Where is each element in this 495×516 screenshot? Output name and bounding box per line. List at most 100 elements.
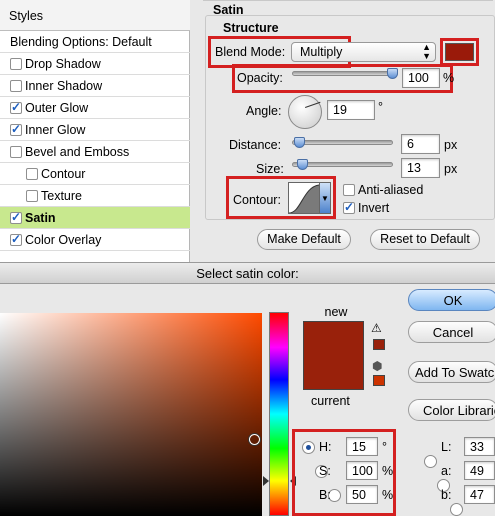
style-item-blending-options-default[interactable]: Blending Options: Default — [0, 31, 190, 53]
style-item-inner-shadow[interactable]: Inner Shadow — [0, 75, 190, 97]
current-color-swatch[interactable] — [303, 356, 364, 390]
add-to-swatches-button[interactable]: Add To Swatches — [408, 361, 495, 383]
structure-group-title: Structure — [220, 21, 282, 35]
style-item-checkbox[interactable] — [10, 80, 22, 92]
gamut-warning-swatch[interactable] — [373, 339, 385, 350]
style-item-label: Drop Shadow — [25, 57, 101, 71]
style-item-label: Contour — [41, 167, 86, 181]
style-item-label: Inner Shadow — [25, 79, 103, 93]
angle-unit: ° — [378, 100, 383, 114]
angle-dial[interactable] — [288, 95, 322, 129]
hsb-field[interactable]: 15 — [346, 437, 378, 456]
current-color-label: current — [311, 394, 350, 408]
distance-slider[interactable] — [292, 140, 393, 145]
hue-slider-left-arrow-icon[interactable] — [263, 476, 269, 486]
hsb-field[interactable]: 100 — [346, 461, 378, 480]
style-item-satin[interactable]: Satin — [0, 207, 190, 229]
style-item-label: Bevel and Emboss — [25, 145, 130, 159]
select-arrows-icon: ▲ ▼ — [422, 42, 431, 61]
lab-field[interactable]: 47 — [464, 485, 495, 504]
hsb-unit: ° — [382, 440, 387, 454]
opacity-unit: % — [443, 71, 455, 85]
style-item-checkbox[interactable] — [10, 232, 22, 246]
style-item-checkbox[interactable] — [10, 58, 22, 70]
style-item-texture[interactable]: Texture — [0, 185, 190, 207]
angle-field[interactable]: 19 — [327, 100, 375, 120]
size-field[interactable]: 13 — [401, 158, 440, 178]
cancel-button[interactable]: Cancel — [408, 321, 495, 343]
distance-slider-thumb[interactable] — [293, 137, 305, 148]
new-color-label: new — [324, 305, 348, 319]
opacity-field[interactable]: 100 — [402, 68, 440, 88]
reset-to-default-button[interactable]: Reset to Default — [370, 229, 480, 250]
contour-dropdown-icon[interactable]: ▼ — [319, 183, 330, 213]
color-libraries-button[interactable]: Color Libraries — [408, 399, 495, 421]
lab-field[interactable]: 49 — [464, 461, 495, 480]
blend-mode-select[interactable]: Multiply ▲ ▼ — [291, 42, 436, 62]
anti-aliased-checkbox[interactable] — [343, 184, 355, 196]
size-slider-thumb[interactable] — [296, 159, 308, 170]
opacity-slider-thumb[interactable] — [387, 68, 398, 79]
invert-checkbox[interactable] — [343, 200, 355, 214]
opacity-slider[interactable] — [292, 71, 398, 76]
make-default-button[interactable]: Make Default — [257, 229, 351, 250]
gamut-warning-icon[interactable]: ⚠ — [371, 321, 382, 335]
hsb-unit: % — [382, 464, 394, 478]
lab-radio[interactable] — [424, 455, 437, 468]
ok-button[interactable]: OK — [408, 289, 495, 311]
hsb-radio[interactable] — [302, 441, 315, 454]
distance-unit: px — [444, 138, 458, 152]
hsb-label: H: — [319, 440, 332, 454]
hsb-label: B: — [319, 488, 331, 502]
color-picker-title: Select satin color: — [0, 262, 495, 284]
web-safe-cube-icon[interactable]: ⬢ — [372, 359, 382, 373]
contour-picker[interactable]: ▼ — [288, 182, 331, 214]
style-item-label: Outer Glow — [25, 101, 89, 115]
style-item-inner-glow[interactable]: Inner Glow — [0, 119, 190, 141]
style-item-checkbox[interactable] — [26, 190, 38, 202]
color-field-marker[interactable] — [249, 434, 260, 445]
style-item-checkbox[interactable] — [10, 122, 22, 136]
contour-curve-icon — [289, 184, 319, 213]
style-item-label: Inner Glow — [25, 123, 86, 137]
hsb-label: S: — [319, 464, 331, 478]
anti-aliased-option[interactable]: Anti-aliased — [343, 183, 423, 197]
blend-mode-value: Multiply — [300, 45, 343, 59]
section-divider — [203, 0, 493, 1]
blend-color-swatch[interactable] — [445, 43, 474, 61]
hsb-field[interactable]: 50 — [346, 485, 378, 504]
style-item-checkbox[interactable] — [10, 146, 22, 158]
style-item-checkbox[interactable] — [26, 168, 38, 180]
blend-mode-label: Blend Mode: — [215, 45, 286, 59]
size-label: Size: — [256, 162, 284, 176]
style-item-label: Blending Options: Default — [10, 35, 152, 49]
size-unit: px — [444, 162, 458, 176]
style-item-color-overlay[interactable]: Color Overlay — [0, 229, 190, 251]
style-item-label: Satin — [25, 211, 56, 225]
angle-label: Angle: — [246, 104, 282, 118]
web-safe-swatch[interactable] — [373, 375, 385, 386]
style-item-bevel-and-emboss[interactable]: Bevel and Emboss — [0, 141, 190, 163]
lab-label: L: — [441, 440, 452, 454]
anti-aliased-label: Anti-aliased — [358, 183, 424, 197]
distance-label: Distance: — [229, 138, 282, 152]
style-item-drop-shadow[interactable]: Drop Shadow — [0, 53, 190, 75]
style-item-outer-glow[interactable]: Outer Glow — [0, 97, 190, 119]
styles-header[interactable]: Styles — [0, 0, 190, 31]
lab-radio[interactable] — [450, 503, 463, 516]
invert-label: Invert — [358, 201, 390, 215]
opacity-label: Opacity: — [237, 71, 283, 85]
lab-field[interactable]: 33 — [464, 437, 495, 456]
angle-dial-needle — [305, 101, 321, 108]
contour-label: Contour: — [233, 193, 281, 207]
style-item-checkbox[interactable] — [10, 210, 22, 224]
style-item-contour[interactable]: Contour — [0, 163, 190, 185]
hue-slider[interactable] — [269, 312, 289, 516]
style-item-checkbox[interactable] — [10, 100, 22, 114]
styles-list-panel: Styles Blending Options: Default Drop Sha… — [0, 0, 190, 262]
color-field[interactable] — [0, 313, 262, 516]
style-item-label: Texture — [41, 189, 82, 203]
distance-field[interactable]: 6 — [401, 134, 440, 154]
hsb-unit: % — [382, 488, 394, 502]
invert-option[interactable]: Invert — [343, 200, 390, 215]
